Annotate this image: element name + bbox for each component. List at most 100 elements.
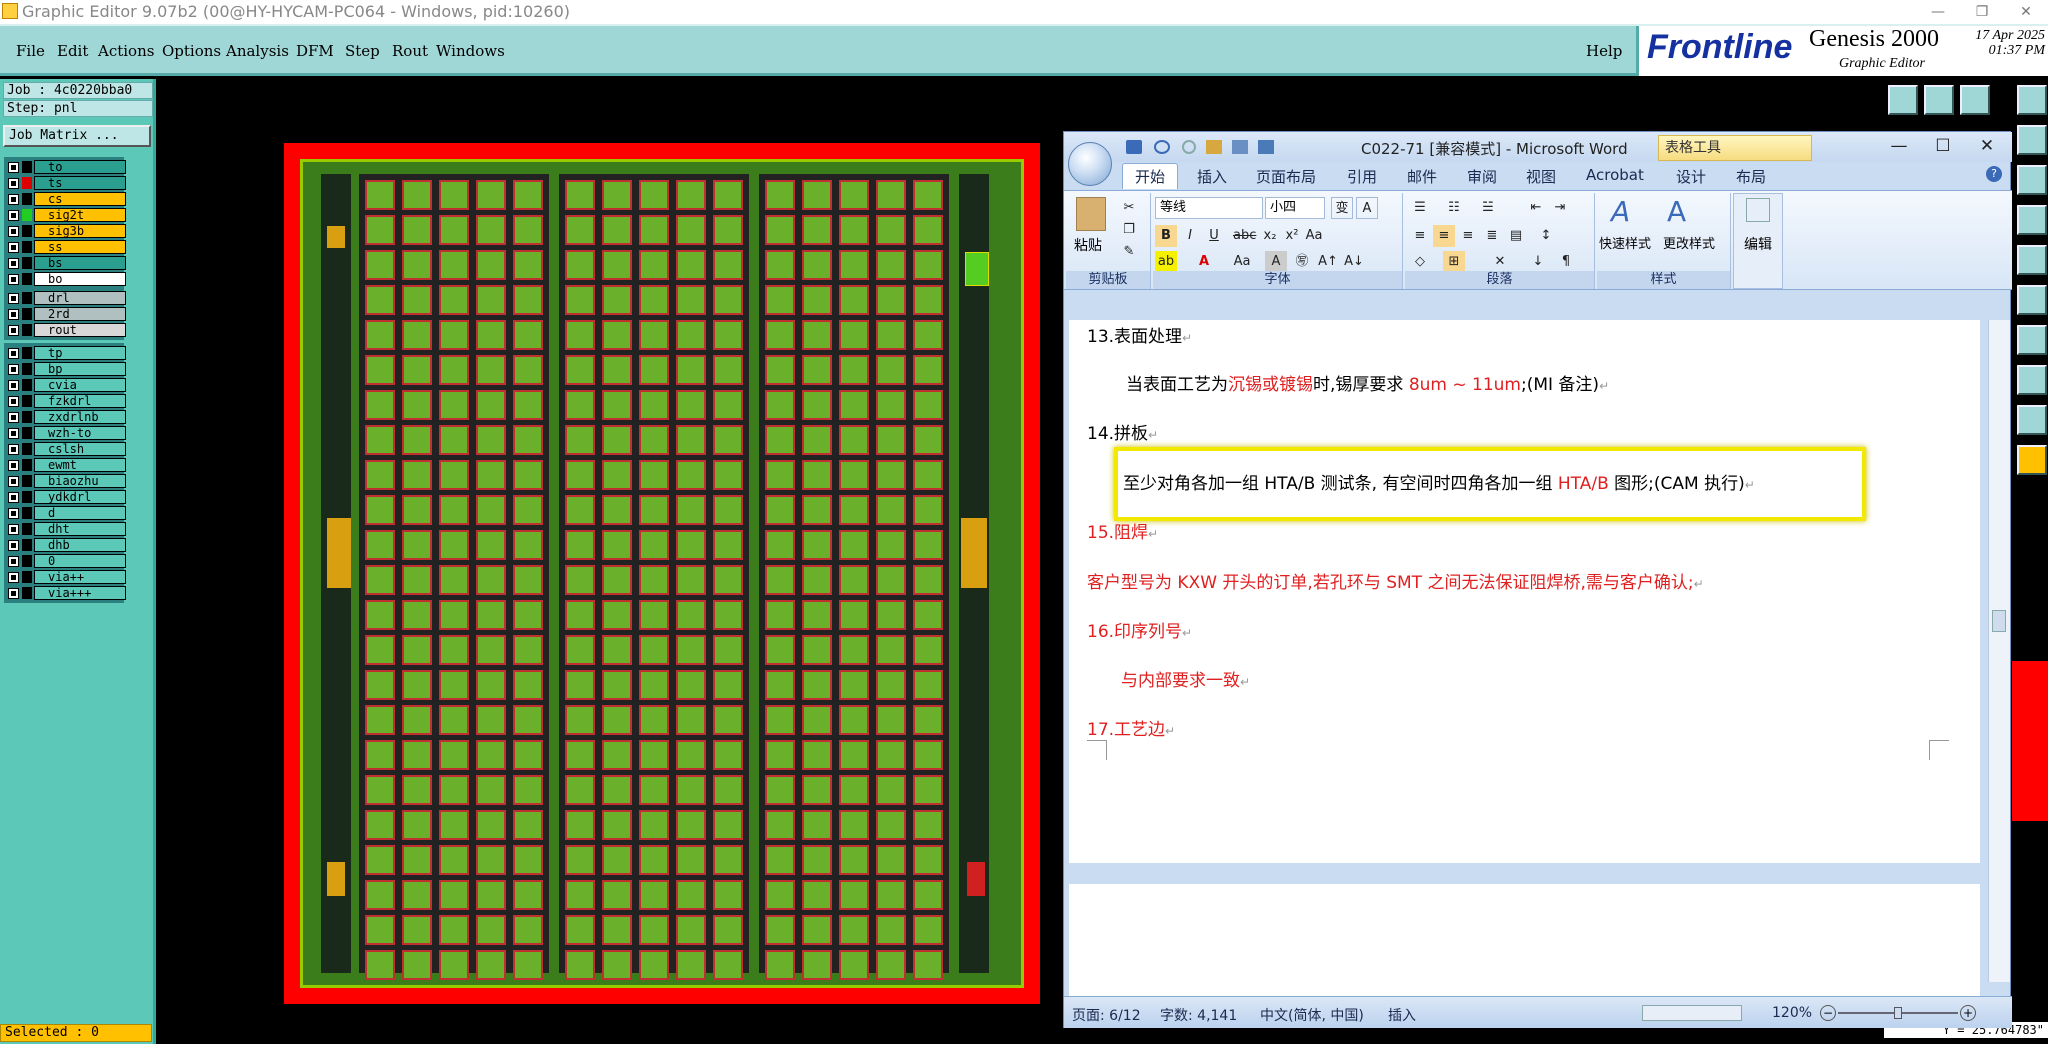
- job-matrix-button[interactable]: Job Matrix ...: [3, 125, 151, 147]
- tab-acrobat[interactable]: Acrobat: [1586, 166, 1644, 184]
- layer-name[interactable]: dht: [34, 522, 126, 536]
- minimize-button[interactable]: —: [1916, 0, 1960, 24]
- menu-options[interactable]: Options: [162, 42, 221, 60]
- layer-name[interactable]: ydkdrl: [34, 490, 126, 504]
- spellcheck-icon[interactable]: [1258, 140, 1274, 154]
- layer-name[interactable]: 0: [34, 554, 126, 568]
- layer-checkbox[interactable]: [8, 492, 19, 503]
- word-minimize-button[interactable]: —: [1884, 136, 1914, 158]
- vertical-scrollbar[interactable]: [1988, 320, 2010, 982]
- zoom-slider[interactable]: − +: [1820, 1005, 1980, 1021]
- zoom-level[interactable]: 120%: [1772, 1005, 1812, 1021]
- layer-name[interactable]: rout: [34, 323, 126, 337]
- layer-checkbox[interactable]: [8, 380, 19, 391]
- layer-name[interactable]: 2rd: [34, 307, 126, 321]
- layer-row-ewmt[interactable]: ewmt: [6, 457, 126, 473]
- paste-button[interactable]: 粘贴: [1074, 235, 1102, 255]
- layer-checkbox[interactable]: [8, 162, 19, 173]
- enclose-char-icon[interactable]: ㊢: [1291, 251, 1313, 273]
- menu-rout[interactable]: Rout: [392, 42, 428, 60]
- tab-home[interactable]: 开始: [1122, 163, 1179, 189]
- align-center-icon[interactable]: ≡: [1433, 225, 1455, 247]
- layer-checkbox[interactable]: [8, 258, 19, 269]
- netlist-icon[interactable]: [2017, 365, 2047, 395]
- tab-design[interactable]: 设计: [1676, 166, 1706, 187]
- layer-row-cslsh[interactable]: cslsh: [6, 441, 126, 457]
- zoom-out-icon[interactable]: −: [1820, 1005, 1836, 1021]
- color-icon[interactable]: [2017, 285, 2047, 315]
- layer-name[interactable]: bo: [34, 272, 126, 286]
- layer-checkbox[interactable]: [8, 588, 19, 599]
- view-buttons[interactable]: [1642, 1005, 1742, 1021]
- layer-row-cs[interactable]: cs: [6, 191, 126, 207]
- close-button[interactable]: ✕: [2004, 0, 2048, 24]
- strikethrough-icon[interactable]: abc: [1233, 225, 1256, 247]
- layer-row-cvia[interactable]: cvia: [6, 377, 126, 393]
- layer-checkbox[interactable]: [8, 348, 19, 359]
- layer-name[interactable]: wzh-to: [34, 426, 126, 440]
- layer-row-ts[interactable]: ts: [6, 175, 126, 191]
- show-marks-icon[interactable]: ¶: [1555, 251, 1577, 273]
- layer-row-bp[interactable]: bp: [6, 361, 126, 377]
- print-icon[interactable]: [1232, 140, 1248, 154]
- minimap-view[interactable]: [2012, 661, 2048, 821]
- layer-row-ss[interactable]: ss: [6, 239, 126, 255]
- copy-icon[interactable]: ❐: [1118, 219, 1140, 241]
- export-icon[interactable]: [1888, 85, 1918, 115]
- language-indicator[interactable]: 中文(简体, 中国): [1260, 1005, 1364, 1025]
- quick-styles-button[interactable]: 快速样式: [1599, 233, 1651, 252]
- layer-name[interactable]: dhb: [34, 538, 126, 552]
- layer-row-d[interactable]: d: [6, 505, 126, 521]
- justify-icon[interactable]: ≣: [1481, 225, 1503, 247]
- border-icon[interactable]: ⊞: [1443, 251, 1465, 273]
- layer-checkbox[interactable]: [8, 572, 19, 583]
- layer-checkbox[interactable]: [8, 364, 19, 375]
- layer-name[interactable]: drl: [34, 291, 126, 305]
- layer-row-dhb[interactable]: dhb: [6, 537, 126, 553]
- layer-compare-icon[interactable]: [2017, 325, 2047, 355]
- increase-indent-icon[interactable]: ⇥: [1549, 197, 1571, 219]
- line-spacing-icon[interactable]: ↕: [1535, 225, 1557, 247]
- shading-icon[interactable]: ◇: [1409, 251, 1431, 273]
- menu-analysis[interactable]: Analysis: [226, 42, 289, 60]
- menu-file[interactable]: File: [16, 42, 45, 60]
- layer-row-bs[interactable]: bs: [6, 255, 126, 271]
- zoom-fit-icon[interactable]: [2017, 85, 2047, 115]
- layer-checkbox[interactable]: [8, 428, 19, 439]
- home-icon[interactable]: [1960, 85, 1990, 115]
- save-icon[interactable]: [1126, 140, 1142, 154]
- layer-name[interactable]: sig2t: [34, 208, 126, 222]
- redo-icon[interactable]: [1182, 140, 1196, 154]
- undo-icon[interactable]: [1154, 140, 1170, 154]
- layer-name[interactable]: cvia: [34, 378, 126, 392]
- italic-icon[interactable]: I: [1179, 225, 1201, 247]
- measure-icon[interactable]: [2017, 205, 2047, 235]
- menu-dfm[interactable]: DFM: [296, 42, 334, 60]
- layer-row-to[interactable]: to: [6, 159, 126, 175]
- layer-row-fzkdrl[interactable]: fzkdrl: [6, 393, 126, 409]
- layer-name[interactable]: cs: [34, 192, 126, 206]
- page-indicator[interactable]: 页面: 6/12: [1072, 1005, 1141, 1025]
- restore-button[interactable]: ❐: [1960, 0, 2004, 24]
- layer-name[interactable]: zxdrlnb: [34, 410, 126, 424]
- tab-layout[interactable]: 页面布局: [1256, 166, 1316, 187]
- word-window[interactable]: C022-71 [兼容模式] - Microsoft Word 表格工具 — ☐…: [1063, 131, 2012, 1028]
- grow-font-icon[interactable]: 变: [1331, 197, 1353, 219]
- layer-row-sig2t[interactable]: sig2t: [6, 207, 126, 223]
- align-right-icon[interactable]: ≡: [1457, 225, 1479, 247]
- zoom-thumb[interactable]: [1894, 1007, 1902, 1019]
- cut-icon[interactable]: ✂: [1118, 197, 1140, 219]
- layer-row-rout[interactable]: rout: [6, 322, 126, 338]
- open-icon[interactable]: [1206, 140, 1222, 154]
- layer-row-wzh-to[interactable]: wzh-to: [6, 425, 126, 441]
- menu-step[interactable]: Step: [345, 42, 380, 60]
- layer-checkbox[interactable]: [8, 178, 19, 189]
- tab-view[interactable]: 视图: [1526, 166, 1556, 187]
- layer-row-tp[interactable]: tp: [6, 345, 126, 361]
- layer-name[interactable]: via+++: [34, 586, 126, 600]
- layer-name[interactable]: bp: [34, 362, 126, 376]
- shrink-icon[interactable]: A↓: [1343, 251, 1365, 273]
- sort-icon[interactable]: ↓: [1527, 251, 1549, 273]
- align-left-icon[interactable]: ≡: [1409, 225, 1431, 247]
- superscript-icon[interactable]: x²: [1281, 225, 1303, 247]
